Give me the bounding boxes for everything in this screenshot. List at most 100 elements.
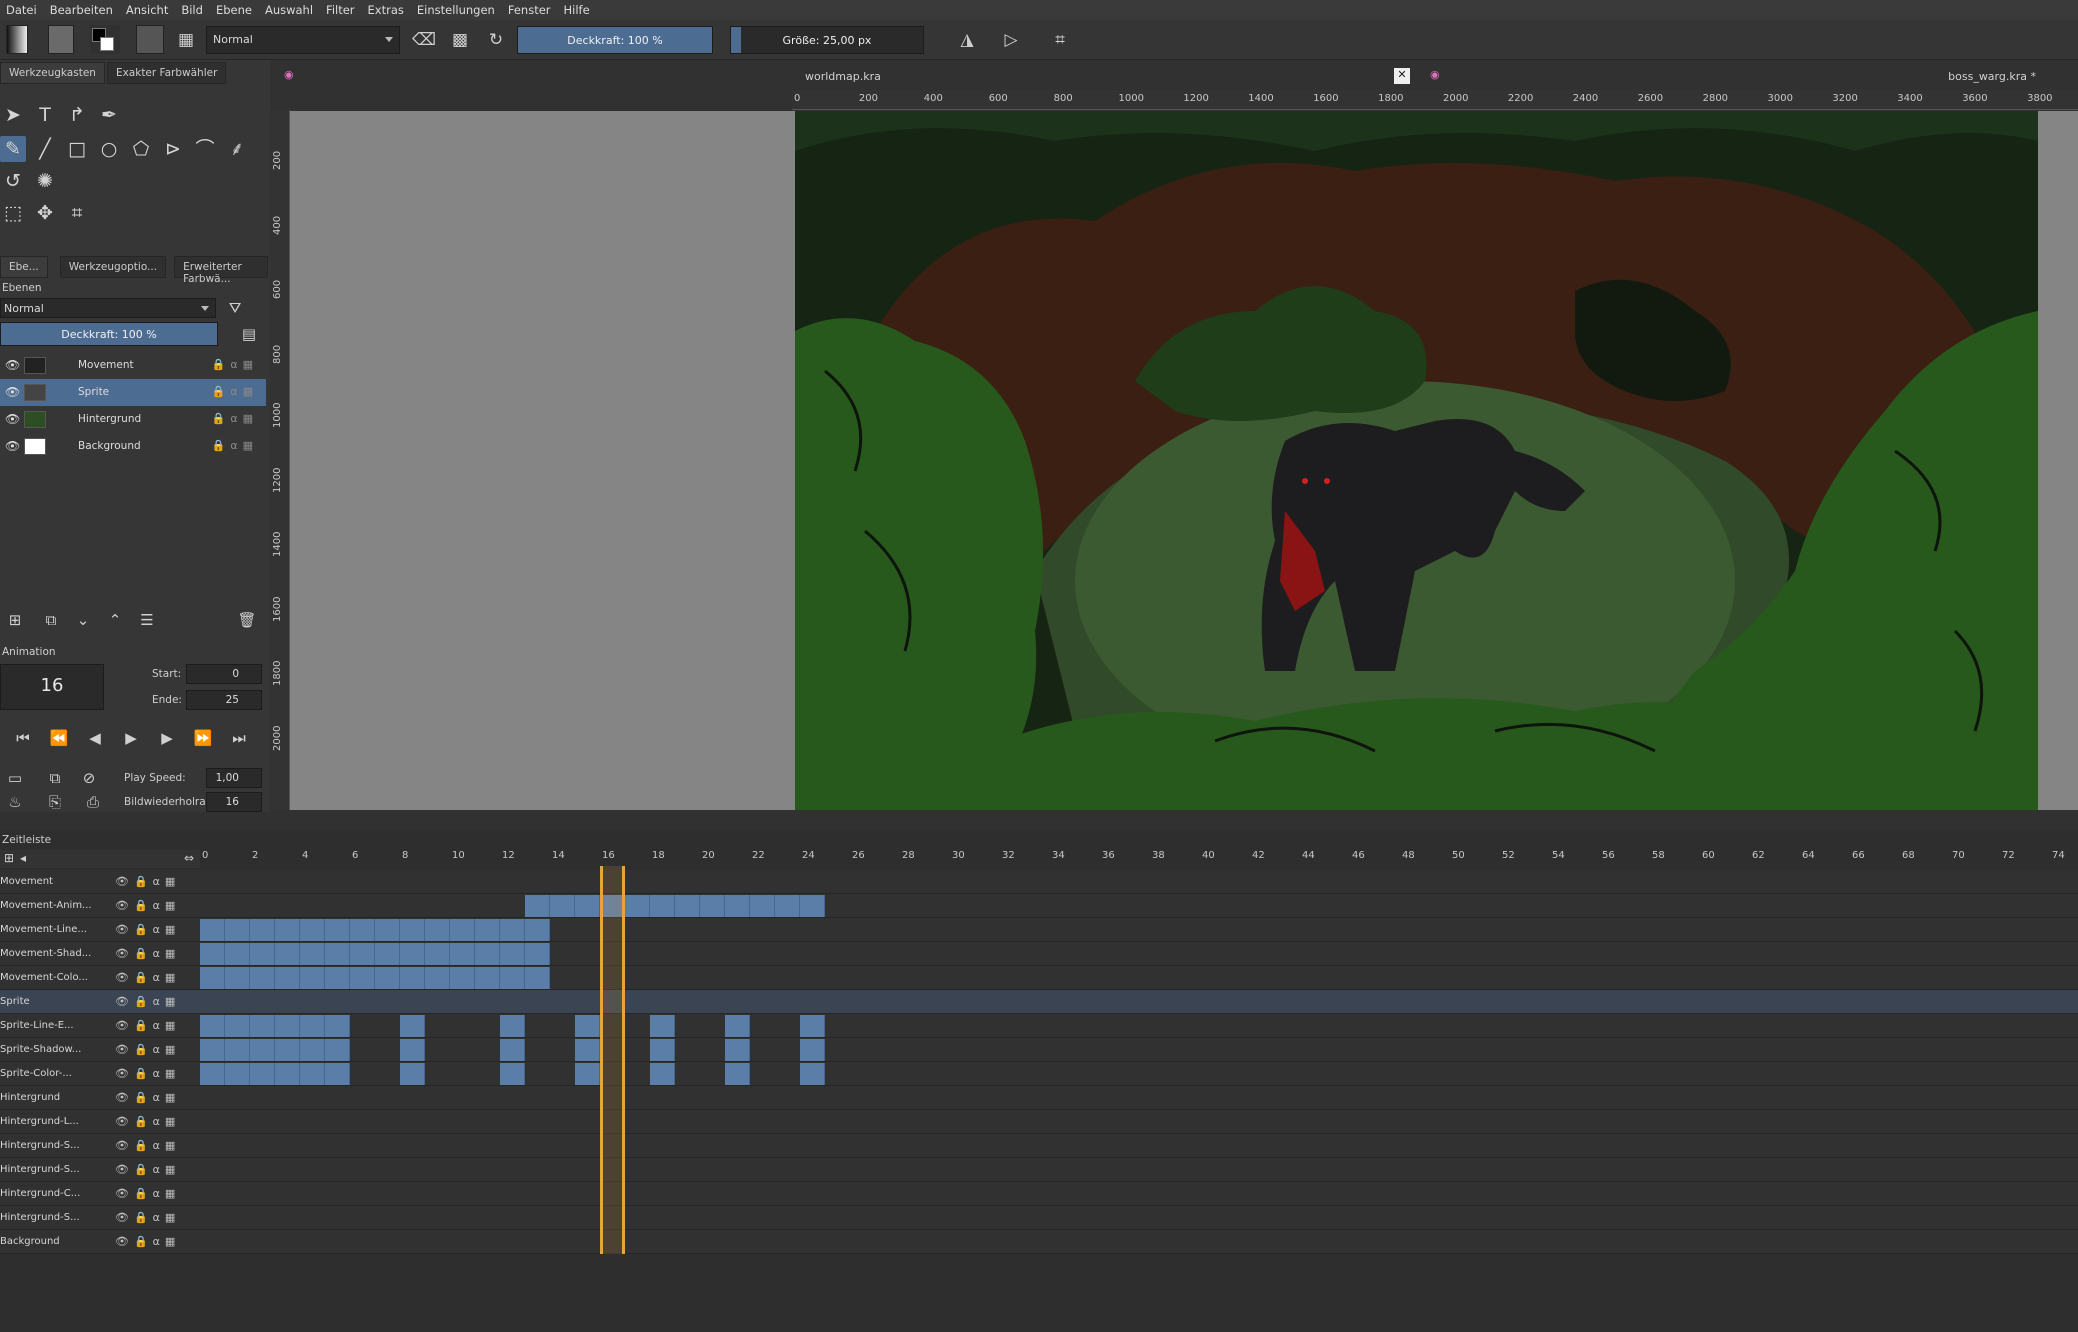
freehand-path-icon[interactable]: ⸙ (224, 136, 250, 162)
keyframe[interactable] (250, 967, 275, 989)
keyframe[interactable] (225, 967, 250, 989)
keyframe[interactable] (250, 919, 275, 941)
timeline-layer-row[interactable]: Movement-Shad... 👁🔒α▦ (0, 942, 2078, 966)
row-toggle-icons[interactable]: 👁🔒α▦ (115, 971, 180, 984)
keyframe[interactable] (400, 1063, 425, 1085)
start-field[interactable]: 0 (186, 664, 262, 684)
keyframe[interactable] (200, 1039, 225, 1061)
keyframe[interactable] (250, 1063, 275, 1085)
row-toggle-icons[interactable]: 👁🔒α▦ (115, 1019, 180, 1032)
keyframe[interactable] (350, 943, 375, 965)
add-icon[interactable]: ⊞ (4, 851, 14, 865)
timeline-layer-row[interactable]: Hintergrund-S... 👁🔒α▦ (0, 1134, 2078, 1158)
blend-mode-select[interactable]: Normal (206, 26, 400, 54)
keyframe[interactable] (275, 1063, 300, 1085)
keyframe[interactable] (625, 895, 650, 917)
tab-ebenen[interactable]: Ebe... (0, 256, 48, 278)
keyframe[interactable] (400, 967, 425, 989)
layer-properties-icon[interactable]: ▤ (236, 322, 262, 346)
row-toggle-icons[interactable]: 👁🔒α▦ (115, 899, 180, 912)
keyframe[interactable] (425, 919, 450, 941)
menu-ebene[interactable]: Ebene (216, 3, 252, 17)
keyframe[interactable] (525, 943, 550, 965)
pattern-swatch[interactable] (48, 25, 74, 54)
keyframe[interactable] (300, 967, 325, 989)
keyframe[interactable] (325, 1015, 350, 1037)
keyframe[interactable] (650, 895, 675, 917)
opacity-slider[interactable]: Deckkraft: 100 % (517, 26, 713, 54)
keyframe[interactable] (725, 1015, 750, 1037)
tab-worldmap[interactable]: ◉ worldmap.kra ✕ (280, 66, 1410, 88)
layer-row-selected[interactable]: 👁 Sprite 🔒α▦ (0, 379, 266, 406)
timeline-layer-row[interactable]: Background 👁🔒α▦ (0, 1230, 2078, 1254)
menu-filter[interactable]: Filter (326, 3, 354, 17)
row-toggle-icons[interactable]: 👁🔒α▦ (115, 1067, 180, 1080)
keyframe[interactable] (300, 919, 325, 941)
reload-icon[interactable]: ↻ (483, 27, 509, 53)
keyframe[interactable] (675, 895, 700, 917)
move-layer-up-icon[interactable]: ⌃ (102, 608, 128, 632)
dynamic-brush-icon[interactable]: ↺ (0, 168, 26, 194)
add-layer-icon[interactable]: ⊞ (2, 608, 28, 632)
ellipse-tool-icon[interactable]: ○ (96, 136, 122, 162)
menu-fenster[interactable]: Fenster (508, 3, 551, 17)
keyframe[interactable] (250, 1015, 275, 1037)
keyframe[interactable] (475, 919, 500, 941)
timeline-layer-row[interactable]: Sprite-Color-... 👁🔒α▦ (0, 1062, 2078, 1086)
keyframe[interactable] (375, 943, 400, 965)
delete-layer-icon[interactable]: 🗑 (234, 608, 260, 632)
timeline-layer-row[interactable]: Hintergrund-C... 👁🔒α▦ (0, 1182, 2078, 1206)
close-icon[interactable]: ✕ (1394, 68, 1410, 84)
auto-frame-icon[interactable]: ⎘ (42, 790, 68, 814)
layer-opacity-slider[interactable]: Deckkraft: 100 % (0, 322, 218, 346)
keyframe[interactable] (400, 943, 425, 965)
text-tool-icon[interactable]: T (32, 102, 58, 128)
row-toggle-icons[interactable]: 👁🔒α▦ (115, 995, 180, 1008)
keyframe[interactable] (375, 967, 400, 989)
edit-shape-icon[interactable]: ↱ (64, 102, 90, 128)
keyframe[interactable] (800, 1039, 825, 1061)
keyframe[interactable] (800, 1063, 825, 1085)
menu-bild[interactable]: Bild (181, 3, 203, 17)
menu-einstellungen[interactable]: Einstellungen (417, 3, 495, 17)
keyframe[interactable] (400, 1015, 425, 1037)
keyframe[interactable] (575, 1063, 600, 1085)
keyframe[interactable] (500, 1039, 525, 1061)
keyframe[interactable] (375, 919, 400, 941)
keyframe[interactable] (575, 1015, 600, 1037)
next-frame-icon[interactable]: ▶ (154, 726, 180, 750)
keyframe[interactable] (225, 1015, 250, 1037)
color-swatch[interactable] (90, 25, 120, 54)
timeline-group-row[interactable]: Sprite 👁🔒α▦ (0, 990, 2078, 1014)
keyframe[interactable] (300, 943, 325, 965)
keyframe[interactable] (300, 1039, 325, 1061)
keyframe[interactable] (425, 943, 450, 965)
end-field[interactable]: 25 (186, 690, 262, 710)
polyline-tool-icon[interactable]: ⊳ (160, 136, 186, 162)
keyframe[interactable] (500, 943, 525, 965)
onion-skin-icon[interactable]: ▭ (2, 766, 28, 790)
layer-row[interactable]: 👁 Background 🔒α▦ (0, 433, 266, 460)
keyframe[interactable] (525, 895, 550, 917)
keyframe[interactable] (425, 967, 450, 989)
keyframe[interactable] (500, 919, 525, 941)
filter-icon[interactable]: ⛛ (222, 296, 248, 320)
grid-icon[interactable]: ▦ (173, 27, 199, 53)
keyframe[interactable] (275, 1015, 300, 1037)
row-toggle-icons[interactable]: 👁🔒α▦ (115, 875, 180, 888)
keyframe[interactable] (250, 943, 275, 965)
layer-lock-icons[interactable]: 🔒α▦ (212, 358, 258, 371)
keyframe[interactable] (325, 967, 350, 989)
keyframe[interactable] (550, 895, 575, 917)
layer-lock-icons[interactable]: 🔒α▦ (212, 385, 258, 398)
keyframe[interactable] (475, 943, 500, 965)
keyframe-icon[interactable]: ⎙ (80, 790, 106, 814)
polygon-tool-icon[interactable]: ⬠ (128, 136, 154, 162)
brush-preset-icon[interactable] (136, 25, 164, 54)
layer-settings-icon[interactable]: ☰ (134, 608, 160, 632)
keyframe[interactable] (325, 943, 350, 965)
keyframe[interactable] (775, 895, 800, 917)
layer-blend-select[interactable]: Normal (0, 298, 216, 318)
select-tool-icon[interactable]: ➤ (0, 102, 26, 128)
next-keyframe-icon[interactable]: ⏩ (190, 726, 216, 750)
